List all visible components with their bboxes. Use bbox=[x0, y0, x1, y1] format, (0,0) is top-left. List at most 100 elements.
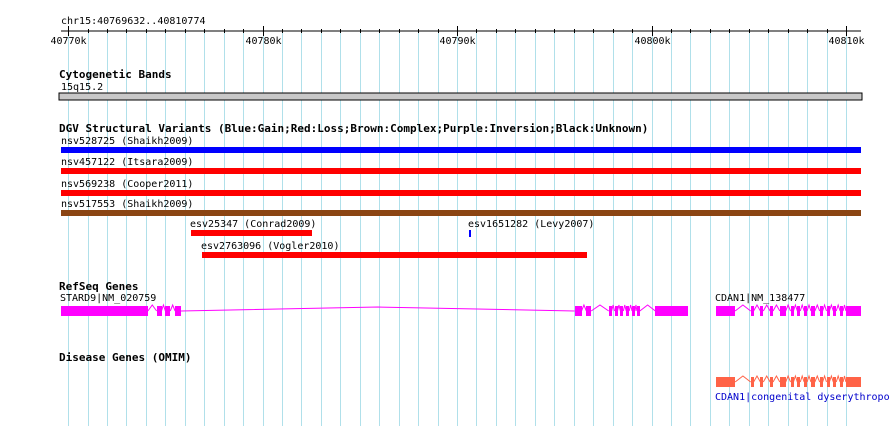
exon-block[interactable] bbox=[811, 377, 815, 387]
exon-block[interactable] bbox=[632, 306, 635, 316]
intron-line bbox=[842, 304, 847, 312]
refseq-genes[interactable]: STARD9|NM_020759 CDAN1|NM_138477 bbox=[60, 293, 861, 316]
dgv-feature-label: nsv517553 (Shaikh2009) bbox=[61, 199, 193, 210]
intron-line bbox=[622, 304, 627, 312]
ruler-tick-label: 40800k bbox=[634, 36, 670, 47]
dgv-feature-label: esv25347 (Conrad2009) bbox=[190, 219, 316, 230]
ruler-tick-label: 40780k bbox=[245, 36, 281, 47]
intron-line bbox=[799, 303, 805, 312]
dgv-feature-label: nsv569238 (Cooper2011) bbox=[61, 179, 193, 190]
intron-line bbox=[822, 374, 827, 383]
dgv-feature-bar[interactable] bbox=[61, 168, 861, 174]
omim-genes[interactable]: CDAN1|congenital dyserythropoi bbox=[715, 374, 890, 403]
dgv-feature-bar[interactable] bbox=[61, 210, 861, 216]
exon-block[interactable] bbox=[620, 306, 623, 316]
ruler[interactable]: chr15:40769632..40810774 40770k 40780k 407… bbox=[50, 16, 864, 47]
refseq-track[interactable]: RefSeq Genes STARD9|NM_020759 CDAN1|NM_13… bbox=[59, 280, 861, 316]
exon-block[interactable] bbox=[804, 377, 807, 387]
track-title-dgv: DGV Structural Variants (Blue:Gain;Red:L… bbox=[59, 122, 648, 135]
exon-block[interactable] bbox=[833, 306, 836, 316]
intron-line bbox=[628, 304, 633, 312]
omim-gene-label[interactable]: CDAN1|congenital dyserythropoi bbox=[715, 392, 890, 403]
ruler-tick-label: 40770k bbox=[50, 36, 86, 47]
intron-line bbox=[762, 374, 771, 383]
exon-block[interactable] bbox=[175, 306, 181, 316]
exon-block[interactable] bbox=[804, 306, 807, 316]
track-title-cytoband: Cytogenetic Bands bbox=[59, 68, 172, 81]
exon-block[interactable] bbox=[820, 377, 823, 387]
ruler-ticks: 40770k 40780k 40790k 40800k 40810k bbox=[50, 26, 865, 47]
intron-line bbox=[835, 374, 841, 383]
exon-block[interactable] bbox=[770, 377, 773, 387]
exon-block[interactable] bbox=[716, 306, 735, 316]
exon-block[interactable] bbox=[827, 306, 830, 316]
exon-block[interactable] bbox=[751, 306, 754, 316]
exon-block[interactable] bbox=[157, 306, 162, 316]
exon-block[interactable] bbox=[575, 306, 582, 316]
dgv-feature-label: nsv457122 (Itsara2009) bbox=[61, 157, 193, 168]
intron-line bbox=[147, 304, 158, 312]
exon-block[interactable] bbox=[840, 306, 843, 316]
intron-line bbox=[734, 375, 751, 383]
dgv-feature-bar[interactable] bbox=[61, 190, 861, 196]
dgv-feature-bar[interactable] bbox=[202, 252, 587, 258]
exon-block[interactable] bbox=[637, 306, 640, 316]
exon-block[interactable] bbox=[655, 306, 688, 316]
exon-block[interactable] bbox=[609, 306, 612, 316]
intron-line bbox=[814, 303, 821, 312]
dgv-feature-label: esv1651282 (Levy2007) bbox=[468, 219, 594, 230]
intron-line bbox=[772, 303, 781, 312]
intron-line bbox=[772, 374, 781, 383]
exon-block[interactable] bbox=[716, 377, 735, 387]
grid-lines bbox=[68, 31, 847, 426]
exon-block[interactable] bbox=[791, 306, 794, 316]
track-title-refseq: RefSeq Genes bbox=[59, 280, 138, 293]
exon-block[interactable] bbox=[846, 306, 861, 316]
intron-line bbox=[762, 303, 771, 312]
intron-line bbox=[581, 303, 587, 312]
omim-track[interactable]: Disease Genes (OMIM) CDAN1|congenital dy… bbox=[59, 351, 890, 403]
exon-block[interactable] bbox=[820, 306, 823, 316]
exon-block[interactable] bbox=[797, 306, 800, 316]
exon-block[interactable] bbox=[751, 377, 754, 387]
exon-block[interactable] bbox=[770, 306, 773, 316]
intron-line bbox=[161, 303, 166, 312]
intron-line bbox=[634, 304, 638, 312]
dgv-feature-bar[interactable] bbox=[61, 147, 861, 153]
intron-line bbox=[792, 303, 798, 312]
cytoband-track[interactable]: Cytogenetic Bands 15q15.2 bbox=[58, 68, 863, 101]
intron-line bbox=[799, 374, 805, 383]
exon-block[interactable] bbox=[626, 306, 629, 316]
exon-block[interactable] bbox=[615, 306, 618, 316]
gene-label[interactable]: CDAN1|NM_138477 bbox=[715, 293, 805, 304]
exon-block[interactable] bbox=[165, 306, 170, 316]
exon-block[interactable] bbox=[780, 377, 786, 387]
dgv-feature-bar[interactable] bbox=[191, 230, 312, 236]
dgv-track[interactable]: DGV Structural Variants (Blue:Gain;Red:L… bbox=[59, 122, 861, 258]
exon-block[interactable] bbox=[797, 377, 800, 387]
exon-block[interactable] bbox=[780, 306, 786, 316]
intron-line bbox=[792, 374, 798, 383]
exon-block[interactable] bbox=[61, 306, 148, 316]
dgv-feature-bar[interactable] bbox=[469, 230, 471, 237]
intron-line bbox=[842, 375, 847, 383]
exon-block[interactable] bbox=[760, 306, 763, 316]
dgv-features[interactable]: nsv528725 (Shaikh2009) nsv457122 (Itsara2… bbox=[61, 136, 861, 258]
exon-block[interactable] bbox=[846, 377, 861, 387]
exon-block[interactable] bbox=[760, 377, 763, 387]
intron-line bbox=[828, 303, 834, 312]
cytoband-bar[interactable] bbox=[58, 92, 863, 101]
location-label: chr15:40769632..40810774 bbox=[61, 16, 206, 27]
exon-block[interactable] bbox=[586, 306, 591, 316]
exon-block[interactable] bbox=[791, 377, 794, 387]
exon-block[interactable] bbox=[827, 377, 830, 387]
genome-browser-panel[interactable]: chr15:40769632..40810774 40770k 40780k 407… bbox=[0, 0, 890, 426]
gene-label[interactable]: STARD9|NM_020759 bbox=[60, 293, 156, 304]
track-title-omim: Disease Genes (OMIM) bbox=[59, 351, 191, 364]
exon-block[interactable] bbox=[840, 377, 843, 387]
intron-line bbox=[822, 303, 827, 312]
ruler-tick-label: 40810k bbox=[828, 36, 864, 47]
exon-block[interactable] bbox=[833, 377, 836, 387]
exon-block[interactable] bbox=[811, 306, 815, 316]
intron-line bbox=[753, 303, 761, 312]
